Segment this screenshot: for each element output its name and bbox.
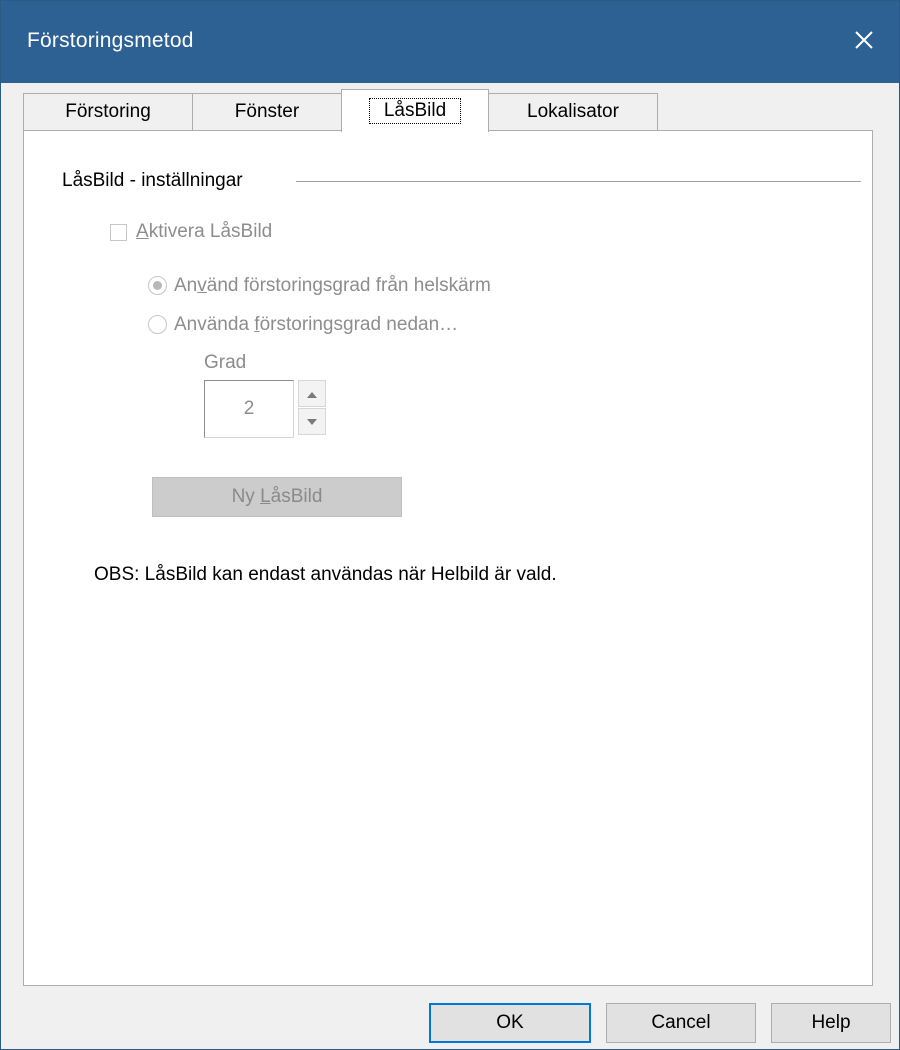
group-title: LåsBild - inställningar <box>62 170 243 191</box>
button-label: Ny LåsBild <box>231 486 323 507</box>
enable-lasbild-checkbox[interactable]: Aktivera LåsBild <box>102 219 342 247</box>
button-label: Help <box>811 1012 851 1033</box>
info-note: OBS: LåsBild kan endast användas när Hel… <box>94 564 557 585</box>
tab-label: LåsBild <box>368 98 462 124</box>
window-title: Förstoringsmetod <box>27 29 194 52</box>
arrow-up-icon <box>307 385 317 403</box>
tab-panel-lasbild: LåsBild - inställningar Aktivera LåsBild… <box>23 130 873 986</box>
grade-label: Grad <box>204 352 247 373</box>
arrow-down-icon <box>307 413 317 431</box>
tab-strip: Förstoring Fönster LåsBild Lokalisator <box>23 89 873 132</box>
group-divider <box>296 181 861 182</box>
tab-label: Fönster <box>234 101 300 122</box>
spin-down-button[interactable] <box>298 408 326 435</box>
help-button[interactable]: Help <box>771 1003 891 1043</box>
button-label: OK <box>496 1012 524 1033</box>
title-bar[interactable]: Förstoringsmetod <box>1 1 899 83</box>
checkbox-box[interactable] <box>110 224 127 241</box>
tab-label: Lokalisator <box>527 101 619 122</box>
radio-label: Använda förstoringsgrad nedan… <box>174 314 459 335</box>
spin-up-button[interactable] <box>298 380 326 407</box>
checkbox-label: Aktivera LåsBild <box>136 221 273 242</box>
button-label: Cancel <box>651 1012 711 1033</box>
tab-lasbild[interactable]: LåsBild <box>341 89 489 132</box>
radio-custom-magnification[interactable]: Använda förstoringsgrad nedan… <box>142 312 552 340</box>
tab-forstoring[interactable]: Förstoring <box>23 93 193 130</box>
tab-label: Förstoring <box>65 101 151 122</box>
tab-lokalisator[interactable]: Lokalisator <box>488 93 658 130</box>
ok-button[interactable]: OK <box>429 1003 591 1043</box>
tab-fonster[interactable]: Fönster <box>192 93 342 130</box>
dialog-window: Förstoringsmetod Förstoring Fönster LåsB… <box>0 0 900 1050</box>
close-button[interactable] <box>829 1 899 83</box>
grade-spin-input[interactable]: 2 <box>204 380 294 438</box>
grade-value: 2 <box>243 398 255 419</box>
close-icon <box>854 30 874 55</box>
radio-label: Använd förstoringsgrad från helskärm <box>174 275 491 296</box>
radio-button[interactable] <box>148 276 167 295</box>
new-lasbild-button[interactable]: Ny LåsBild <box>152 477 402 517</box>
cancel-button[interactable]: Cancel <box>606 1003 756 1043</box>
radio-button[interactable] <box>148 315 167 334</box>
radio-fullscreen-magnification[interactable]: Använd förstoringsgrad från helskärm <box>142 273 552 301</box>
